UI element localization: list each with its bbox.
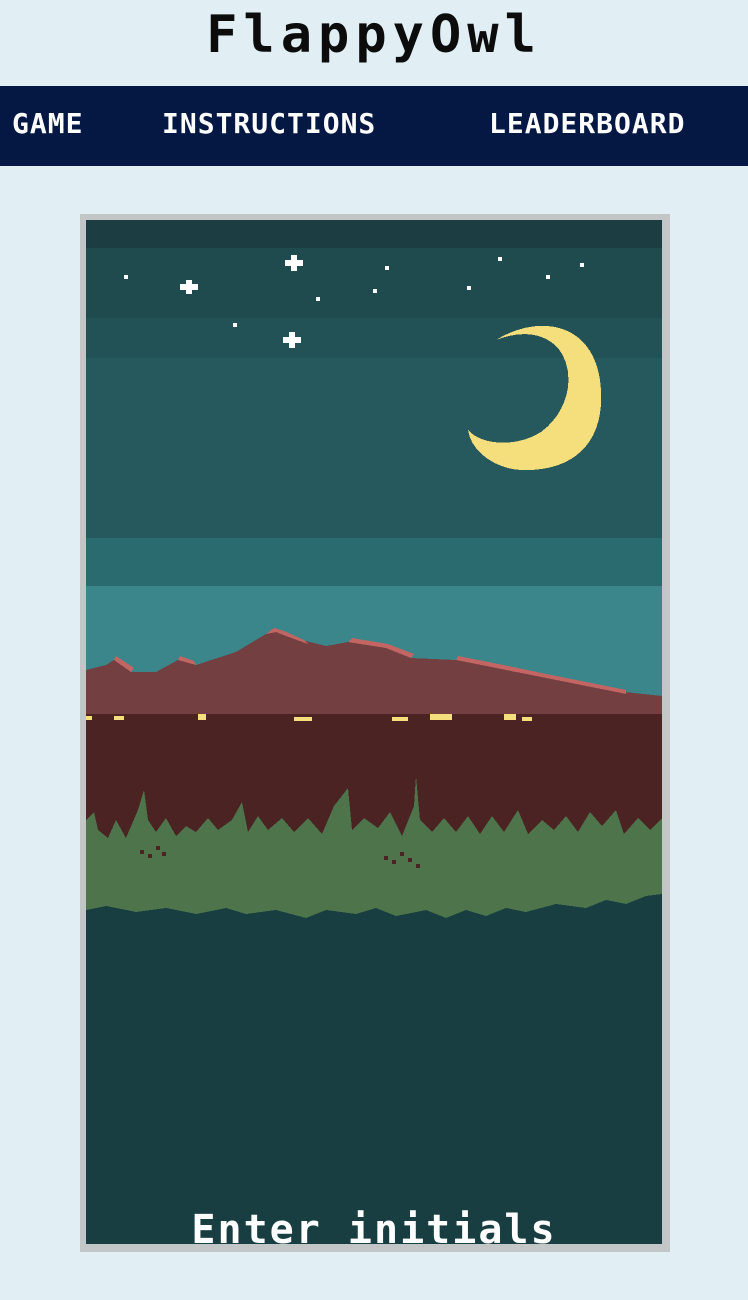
main-nav: GAME INSTRUCTIONS LEADERBOARD	[0, 86, 748, 166]
star-icon	[467, 286, 471, 290]
nav-item-game[interactable]: GAME	[12, 86, 83, 166]
sky	[86, 220, 662, 716]
star-icon	[546, 275, 550, 279]
nav-item-leaderboard[interactable]: LEADERBOARD	[489, 86, 685, 166]
star-icon	[498, 257, 502, 261]
star-icon	[580, 263, 584, 267]
star-icon	[373, 289, 377, 293]
nav-item-instructions[interactable]: INSTRUCTIONS	[162, 86, 376, 166]
page-title: FlappyOwl	[206, 5, 542, 65]
star-icon	[385, 266, 389, 270]
night-scene	[86, 220, 662, 918]
star-icon	[316, 297, 320, 301]
game-frame: Enter initials enter	[80, 214, 670, 1252]
star-icon	[233, 323, 237, 327]
enter-initials-prompt: Enter initials	[191, 1207, 557, 1244]
star-icon	[124, 275, 128, 279]
game-canvas[interactable]: Enter initials enter	[86, 220, 662, 1244]
